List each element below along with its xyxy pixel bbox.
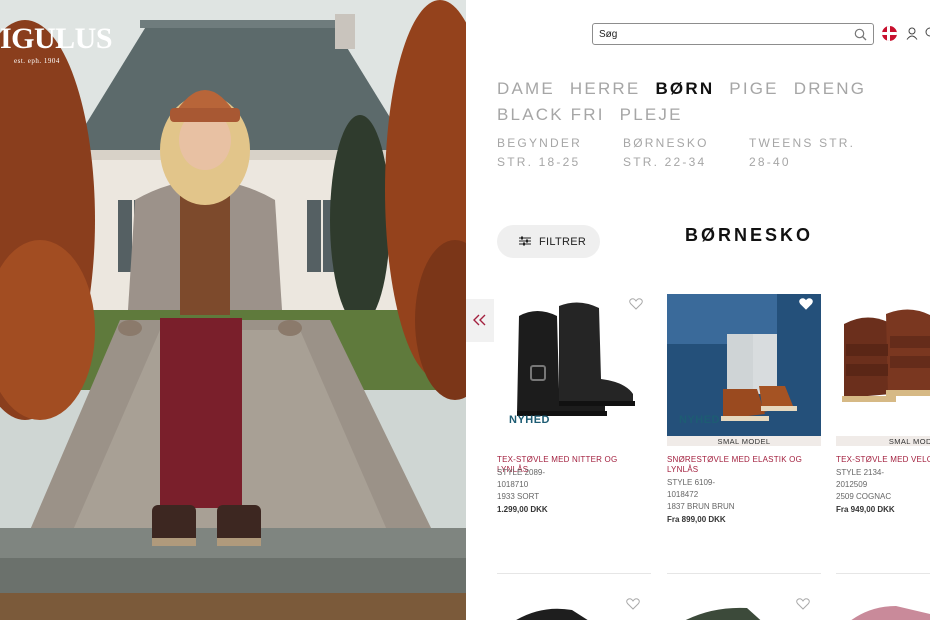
nav-item-black-friday[interactable]: BLACK FRI — [497, 102, 605, 128]
row-divider — [497, 573, 651, 574]
subnav-item-begynder[interactable]: BEGYNDER STR. 18-25 — [497, 134, 617, 172]
product-price: Fra 899,00 DKK — [667, 515, 726, 524]
product-image[interactable]: NYHED SMAL MODEL — [667, 294, 821, 446]
filter-button-label: FILTRER — [539, 236, 587, 248]
new-badge: NYHED — [679, 414, 721, 426]
subnav-item-label: TWEENS STR. — [749, 136, 856, 150]
nav-item-herre[interactable]: HERRE — [570, 76, 641, 102]
product-style-number: 2012509 — [836, 480, 868, 489]
brand-tagline: est. eph. 1904 — [14, 57, 60, 65]
double-chevron-left-icon — [473, 314, 486, 326]
search-input[interactable] — [599, 27, 849, 42]
heart-icon[interactable] — [629, 298, 643, 310]
new-badge: NYHED — [509, 414, 551, 426]
user-icon[interactable] — [906, 27, 918, 40]
product-color: 1837 BRUN BRUN — [667, 502, 735, 511]
denmark-flag-icon[interactable] — [882, 26, 897, 41]
nav-item-dame[interactable]: DAME — [497, 76, 555, 102]
product-style: STYLE 2134- — [836, 468, 885, 477]
row-divider — [836, 573, 930, 574]
product-image[interactable]: SMAL MODE — [836, 294, 930, 446]
carousel-prev-button[interactable] — [466, 299, 494, 342]
product-color: 1933 SORT — [497, 492, 540, 501]
product-price: Fra 949,00 DKK — [836, 505, 895, 514]
subnav-item-bornesko[interactable]: BØRNESKO STR. 22-34 — [623, 134, 743, 172]
nav-item-dreng[interactable]: DRENG — [794, 76, 866, 102]
product-price: 1.299,00 DKK — [497, 505, 548, 514]
heart-icon[interactable] — [626, 598, 640, 610]
nav-item-pleje[interactable]: PLEJE — [620, 102, 683, 128]
product-name[interactable]: SNØRESTØVLE MED ELASTIK OG LYNLÅS — [667, 455, 817, 475]
product-name[interactable]: TEX-STØVLE MED VELCRO — [836, 455, 930, 465]
subnav-item-label: BEGYNDER — [497, 136, 582, 150]
heart-icon[interactable] — [799, 298, 813, 310]
wishlist-icon[interactable] — [924, 27, 930, 40]
product-style-number: 1018710 — [497, 480, 529, 489]
product-style: STYLE 6109- — [667, 478, 716, 487]
brand-logo[interactable]: IGULUS — [0, 22, 113, 56]
product-card[interactable] — [836, 596, 930, 620]
product-image[interactable]: NYHED — [497, 294, 651, 446]
product-card[interactable] — [497, 596, 651, 620]
row-divider — [667, 573, 821, 574]
filter-sliders-icon — [519, 236, 531, 246]
model-badge: SMAL MODEL — [667, 436, 821, 446]
product-image — [851, 606, 930, 620]
main-navigation: DAME HERRE BØRN PIGE DRENG BLACK FRI PLEJE — [497, 76, 930, 128]
search-box — [592, 23, 874, 45]
subnav-item-sublabel: 28-40 — [749, 155, 791, 169]
subnav-item-sublabel: STR. 18-25 — [497, 155, 581, 169]
filter-button[interactable]: FILTRER — [497, 225, 600, 258]
subnav-item-tweens[interactable]: TWEENS STR. 28-40 — [749, 134, 869, 172]
page-title: BØRNESKO — [685, 225, 814, 245]
product-style: STYLE 2089- — [497, 468, 546, 477]
nav-item-pige[interactable]: PIGE — [729, 76, 778, 102]
search-icon[interactable] — [854, 28, 867, 41]
page: IGULUS est. eph. 1904 DAMEHERREBØRNPIGED… — [0, 0, 930, 620]
subnav-item-sublabel: STR. 22-34 — [623, 155, 707, 169]
hero-photo-illustration — [0, 0, 466, 620]
hero-image[interactable]: IGULUS est. eph. 1904 — [0, 0, 466, 620]
product-card[interactable]: SMAL MODE TEX-STØVLE MED VELCRO STYLE 21… — [836, 294, 930, 534]
product-style-number: 1018472 — [667, 490, 699, 499]
model-badge: SMAL MODE — [836, 436, 930, 446]
brown-velcro-boots-illustration — [842, 309, 930, 402]
product-color: 2509 COGNAC — [836, 492, 892, 501]
nav-item-born[interactable]: BØRN — [655, 76, 714, 102]
heart-icon[interactable] — [796, 598, 810, 610]
product-card[interactable] — [667, 596, 821, 620]
subnav-item-label: BØRNESKO — [623, 136, 709, 150]
